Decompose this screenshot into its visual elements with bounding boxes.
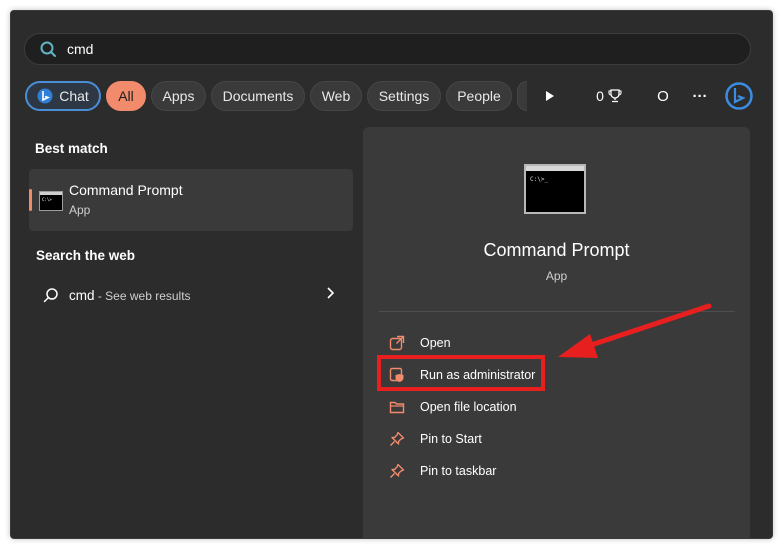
more-options-icon[interactable]: ···: [688, 81, 712, 111]
scroll-right-icon[interactable]: [540, 81, 560, 111]
tab-chat-label: Chat: [59, 88, 89, 104]
search-web-heading: Search the web: [36, 248, 136, 263]
action-pin-to-taskbar-label: Pin to taskbar: [420, 464, 497, 478]
pin-icon: [389, 463, 405, 479]
action-pin-to-start[interactable]: Pin to Start: [389, 427, 689, 451]
bing-chat-icon[interactable]: [724, 81, 754, 111]
profile-initial: O: [657, 87, 669, 105]
action-pin-to-taskbar[interactable]: Pin to taskbar: [389, 459, 689, 483]
tab-settings-label: Settings: [378, 88, 430, 104]
tab-documents[interactable]: Documents: [211, 81, 305, 111]
best-match-name: Command Prompt: [69, 182, 183, 198]
tab-web-label: Web: [321, 88, 351, 104]
tab-apps-label: Apps: [162, 88, 195, 104]
best-match-type: App: [69, 203, 91, 217]
action-open-file-location[interactable]: Open file location: [389, 395, 689, 419]
tab-people[interactable]: People: [446, 81, 512, 111]
open-icon: [389, 335, 405, 351]
tab-web[interactable]: Web: [310, 81, 362, 111]
rewards-points[interactable]: 0: [592, 81, 626, 111]
web-search-suffix: - See web results: [94, 289, 191, 303]
trophy-icon: [608, 89, 622, 103]
tab-chat[interactable]: Chat: [25, 81, 101, 111]
action-open-label: Open: [420, 336, 451, 350]
svg-text:C:\>_: C:\>_: [530, 176, 548, 183]
tab-people-label: People: [457, 88, 501, 104]
divider: [379, 311, 735, 312]
folder-icon: [389, 399, 405, 415]
search-box[interactable]: cmd: [24, 33, 751, 65]
tab-all-label: All: [118, 88, 134, 104]
tab-settings[interactable]: Settings: [367, 81, 441, 111]
result-details-pane: C:\>_ Command Prompt App Open Run as adm…: [363, 127, 750, 538]
action-open[interactable]: Open: [389, 331, 689, 355]
search-icon: [43, 287, 59, 308]
command-prompt-large-icon: C:\>_: [524, 164, 586, 214]
web-search-query: cmd: [69, 288, 95, 303]
more-options-label: ···: [692, 87, 708, 105]
selection-accent: [29, 189, 32, 211]
search-input[interactable]: cmd: [67, 41, 93, 57]
tab-documents-label: Documents: [222, 88, 294, 104]
bing-icon: [37, 88, 53, 104]
details-title: Command Prompt: [483, 240, 630, 260]
web-search-result[interactable]: cmd - See web results: [29, 279, 353, 311]
pin-icon: [389, 431, 405, 447]
svg-text:C:\>: C:\>: [42, 197, 52, 202]
tab-apps[interactable]: Apps: [151, 81, 206, 111]
highlight-box: [377, 355, 545, 391]
tab-overflow[interactable]: [517, 81, 527, 111]
command-prompt-icon: C:\>: [39, 191, 63, 211]
profile-button[interactable]: O: [652, 81, 674, 111]
best-match-heading: Best match: [35, 141, 108, 156]
action-pin-to-start-label: Pin to Start: [420, 432, 482, 446]
chevron-right-icon[interactable]: [325, 286, 337, 300]
web-search-text: cmd - See web results: [69, 288, 191, 303]
best-match-result[interactable]: C:\> Command Prompt App: [29, 169, 353, 231]
start-search-window: cmd Chat All Apps Documents Web Settings…: [10, 10, 773, 539]
tab-all[interactable]: All: [106, 81, 146, 111]
search-icon: [39, 40, 57, 58]
details-type: App: [545, 269, 568, 283]
rewards-points-value: 0: [596, 88, 604, 104]
filter-tabs: Chat All Apps Documents Web Settings Peo…: [24, 81, 764, 115]
action-open-file-location-label: Open file location: [420, 400, 517, 414]
